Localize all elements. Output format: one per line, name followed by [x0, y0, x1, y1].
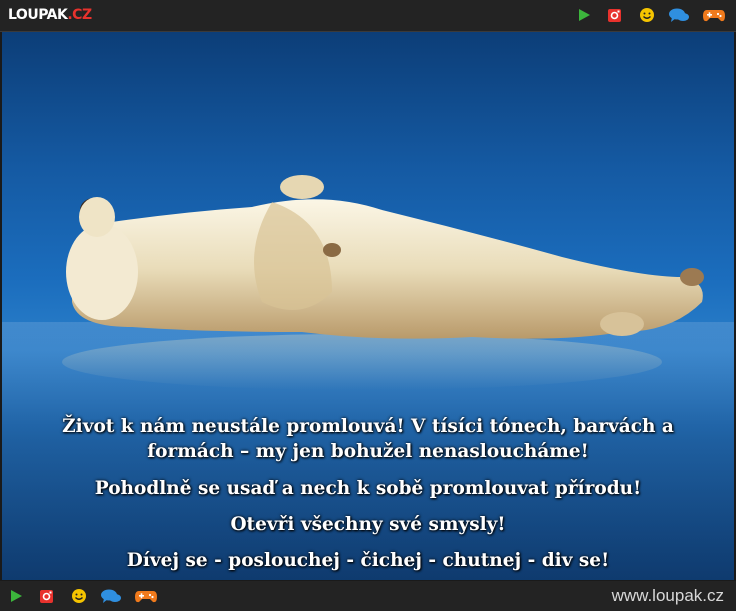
caption-line-3: Pohodlně se usaď a nech k sobě promlouva…	[94, 478, 642, 499]
caption-line-2: formách – my jen bohužel nenasloucháme!	[147, 441, 589, 462]
top-icon-bar	[576, 4, 726, 26]
logo-domain: .CZ	[67, 7, 92, 23]
bottom-icon-bar	[8, 587, 158, 607]
chat-icon[interactable]	[100, 586, 122, 608]
site-url[interactable]: www.loupak.cz	[612, 586, 724, 606]
smiley-icon[interactable]	[638, 4, 656, 26]
play-icon[interactable]	[8, 586, 24, 608]
play-icon[interactable]	[576, 4, 592, 26]
chat-icon[interactable]	[668, 4, 690, 26]
gamepad-icon[interactable]	[134, 586, 158, 608]
logo-text: LOUPAK	[8, 7, 68, 23]
gamepad-icon[interactable]	[702, 4, 726, 26]
top-bar: LOUPAK.CZ	[0, 0, 736, 32]
caption-line-5: Dívej se - poslouchej - čichej - chutnej…	[126, 550, 610, 571]
instagram-icon[interactable]	[38, 586, 56, 608]
site-logo[interactable]: LOUPAK.CZ	[8, 5, 92, 25]
caption-line-1: Život k nám neustále promlouvá! V tísíci…	[62, 416, 674, 437]
caption-line-4: Otevři všechny své smysly!	[230, 514, 506, 535]
smiley-icon[interactable]	[70, 586, 88, 608]
instagram-icon[interactable]	[606, 4, 624, 26]
post-image: Život k nám neustále promlouvá! V tísíci…	[2, 32, 734, 580]
